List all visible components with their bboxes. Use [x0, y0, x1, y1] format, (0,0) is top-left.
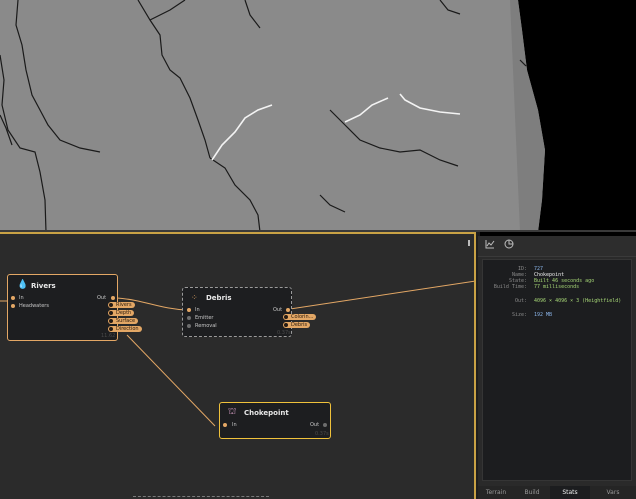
- output-label: Out: [310, 422, 320, 428]
- output-port-out[interactable]: [323, 423, 327, 427]
- output-port-out[interactable]: [111, 296, 115, 300]
- node-build-time: 11.62: [101, 333, 116, 339]
- input-port-in[interactable]: [11, 296, 15, 300]
- output-tag-surface[interactable]: Surface: [108, 318, 139, 324]
- output-port-out[interactable]: [286, 308, 290, 312]
- input-port-in[interactable]: [223, 423, 227, 427]
- tab-stats[interactable]: Stats: [550, 486, 590, 499]
- input-label: In: [195, 307, 200, 313]
- stat-value-build-time: 77 milliseconds: [534, 284, 580, 290]
- output-tag-rivers[interactable]: Rivers: [108, 302, 135, 308]
- node-title: Debris: [206, 294, 232, 302]
- input-label: In: [232, 422, 237, 428]
- input-port-headwaters[interactable]: [11, 304, 15, 308]
- scatter-icon: ⁘: [191, 293, 198, 302]
- output-tag-depth[interactable]: Depth: [108, 310, 135, 316]
- tab-vars[interactable]: Vars: [590, 486, 636, 499]
- panel-tabs: Terrain Build Stats Vars: [478, 486, 636, 499]
- terrain-viewport[interactable]: [0, 0, 636, 232]
- tab-terrain[interactable]: Terrain: [478, 486, 514, 499]
- stat-label-build-time: Build Time:: [493, 284, 527, 290]
- output-tag-direction[interactable]: Direction: [108, 326, 142, 332]
- input-label: Removal: [195, 323, 217, 329]
- stat-label-size: Size:: [511, 312, 527, 318]
- graph-menu-handle[interactable]: [468, 240, 470, 246]
- node-title: Chokepoint: [244, 409, 289, 417]
- debris-node[interactable]: ⁘ Debris In Emitter Removal Out 0.37s: [182, 287, 292, 337]
- output-label: Out: [97, 295, 107, 301]
- node-build-time: 0.37s: [277, 330, 291, 336]
- chokepoint-node[interactable]: ⛫ Chokepoint In Out 0.37s: [219, 402, 331, 439]
- input-port-emitter[interactable]: [187, 316, 191, 320]
- node-build-time: 0.37s: [315, 431, 329, 437]
- node-title: Rivers: [31, 282, 56, 290]
- chokepoint-icon: ⛫: [228, 407, 237, 417]
- output-tag-coloring[interactable]: Colorin...: [283, 314, 317, 320]
- terrain-render: [0, 0, 636, 232]
- input-label: Headwaters: [19, 303, 49, 309]
- node-graph[interactable]: [0, 232, 476, 499]
- tab-build[interactable]: Build: [514, 486, 550, 499]
- droplet-icon: 💧: [17, 280, 29, 290]
- panel-toolbar: [478, 236, 636, 257]
- output-label: Out: [273, 307, 283, 313]
- chart-icon[interactable]: [483, 239, 497, 253]
- input-label: In: [19, 295, 24, 301]
- input-port-in[interactable]: [187, 308, 191, 312]
- stat-value-size: 192 MB: [534, 312, 553, 318]
- input-label: Emitter: [195, 315, 214, 321]
- properties-panel: ID: 727 Name: Chokepoint State: Built 46…: [478, 236, 636, 499]
- rivers-node[interactable]: 💧 Rivers In Headwaters Out 11.62: [7, 274, 118, 341]
- pie-icon[interactable]: [502, 239, 516, 253]
- stat-label-out: Out:: [514, 298, 527, 304]
- stats-view: ID: 727 Name: Chokepoint State: Built 46…: [482, 259, 632, 481]
- stat-value-out: 4096 × 4096 × 3 (Heightfield): [534, 298, 622, 304]
- output-tag-debris[interactable]: Debris: [283, 322, 311, 328]
- input-port-removal[interactable]: [187, 324, 191, 328]
